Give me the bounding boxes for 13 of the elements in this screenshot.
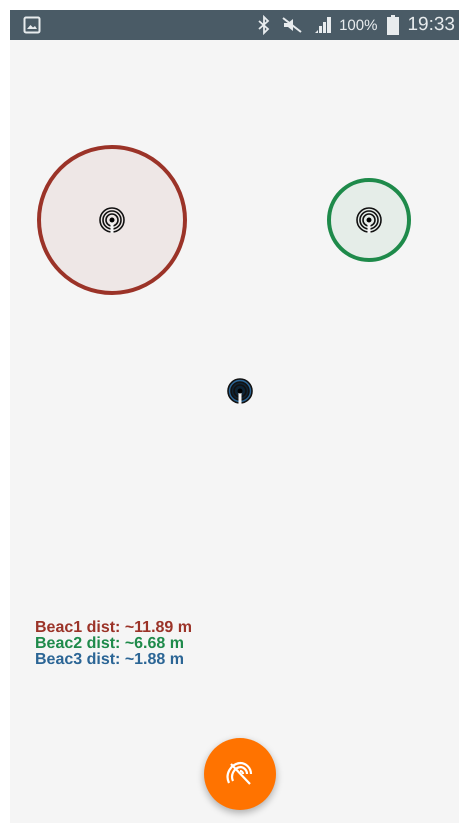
beacon-off-button[interactable] — [204, 738, 276, 810]
distance-label: Beac2 dist: ~6.68 m — [35, 636, 185, 652]
battery-percent: 100% — [339, 16, 378, 34]
distance-label: Beac1 dist: ~11.89 m — [35, 620, 192, 636]
signal-icon — [313, 16, 334, 34]
clock: 19:33 — [407, 14, 455, 36]
bluetooth-icon — [257, 15, 272, 35]
battery-icon — [387, 15, 400, 35]
beacon-icon — [356, 207, 382, 233]
mute-icon — [281, 16, 304, 34]
distance-label: Beac3 dist: ~1.88 m — [35, 652, 185, 668]
image-icon — [23, 16, 41, 34]
beacon-icon — [99, 207, 125, 233]
